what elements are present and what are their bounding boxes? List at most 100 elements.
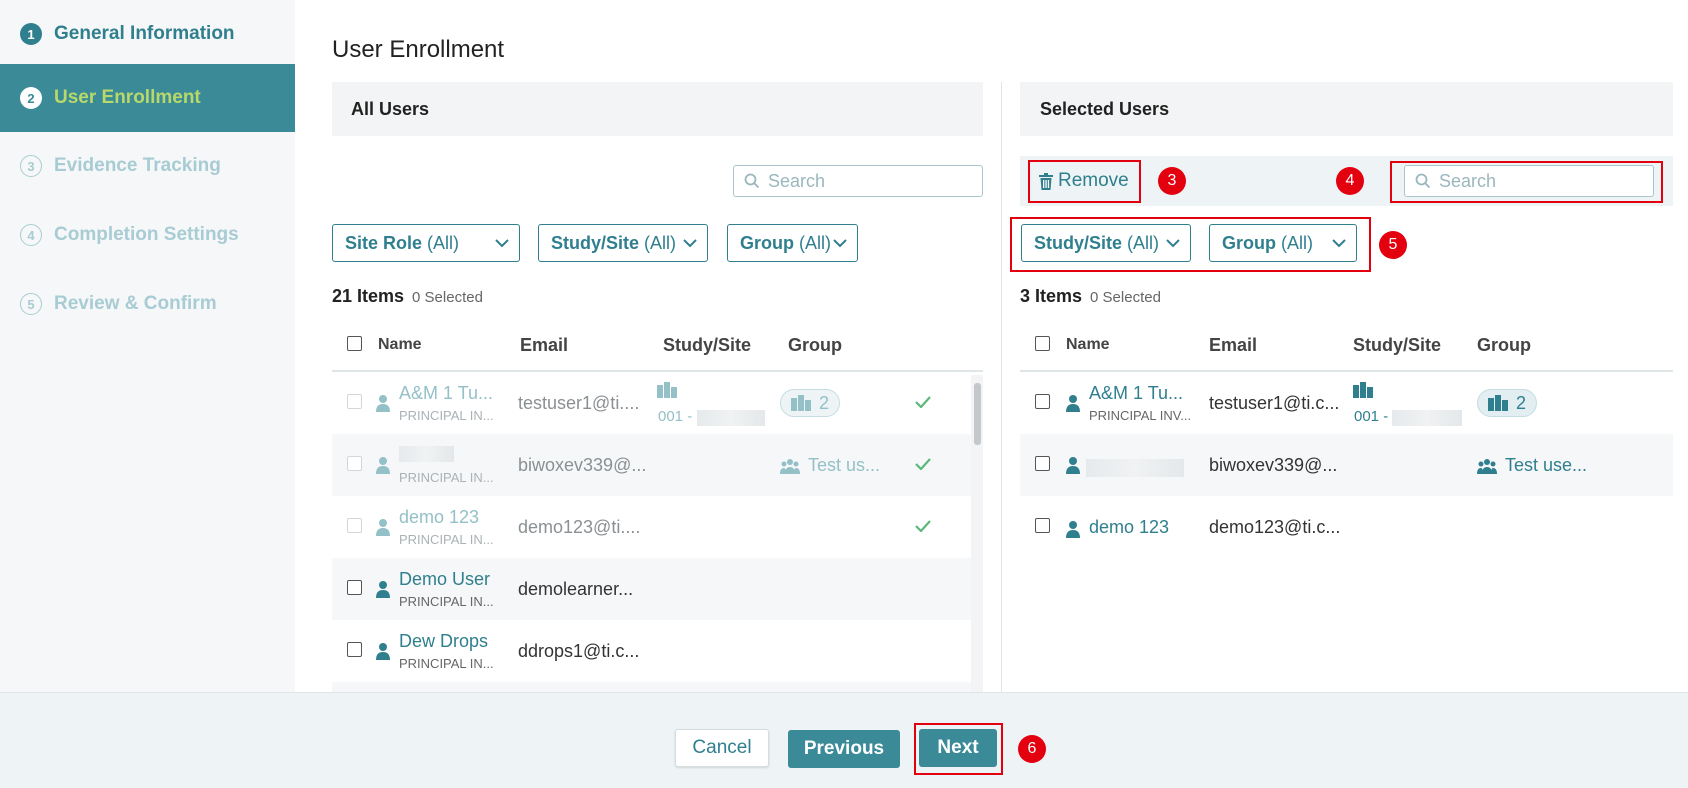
- group-filter[interactable]: Group (All): [727, 224, 858, 262]
- all-users-header: All Users: [332, 82, 983, 136]
- step-review-confirm[interactable]: 5 Review & Confirm: [0, 270, 295, 338]
- step-number: 2: [20, 87, 42, 109]
- person-icon: [376, 643, 390, 660]
- all-users-search-input[interactable]: [768, 170, 967, 192]
- redacted-site-name: [697, 410, 765, 426]
- table-row[interactable]: demo 123 PRINCIPAL IN... demo123@ti....: [332, 496, 971, 558]
- step-evidence-tracking[interactable]: 3 Evidence Tracking: [0, 132, 295, 200]
- user-email: testuser1@ti....: [518, 393, 640, 413]
- select-all-checkbox[interactable]: [1035, 336, 1050, 351]
- page-title: User Enrollment: [332, 36, 505, 63]
- person-icon: [1066, 521, 1080, 538]
- all-users-search[interactable]: [733, 165, 983, 197]
- previous-button[interactable]: Previous: [788, 730, 900, 768]
- table-row[interactable]: Demo User PRINCIPAL IN... demolearner...: [332, 558, 971, 620]
- step-label: Review & Confirm: [54, 293, 217, 314]
- row-checkbox[interactable]: [1035, 394, 1050, 409]
- filter-name: Site Role: [345, 232, 423, 253]
- step-label: Completion Settings: [54, 224, 239, 245]
- row-checkbox[interactable]: [347, 518, 362, 533]
- user-name[interactable]: A&M 1 Tu...: [1089, 383, 1183, 404]
- user-email: demo123@ti....: [518, 517, 641, 537]
- group-count-badge[interactable]: 2: [1477, 389, 1538, 417]
- all-users-count: 21 Items 0 Selected: [332, 286, 483, 307]
- cancel-button[interactable]: Cancel: [675, 729, 769, 767]
- check-icon: [915, 520, 931, 532]
- annotation-highlight-filters: [1010, 217, 1371, 272]
- column-header-group[interactable]: Group: [788, 335, 842, 356]
- user-role: PRINCIPAL IN...: [399, 470, 494, 485]
- items-count-text: 3 Items: [1020, 286, 1083, 306]
- group-name[interactable]: Test use...: [1477, 455, 1587, 476]
- user-name[interactable]: A&M 1 Tu...: [399, 383, 493, 404]
- filter-name: Group: [740, 232, 794, 253]
- all-users-scrollbar[interactable]: [971, 375, 983, 692]
- study-site-filter[interactable]: Study/Site (All): [538, 224, 708, 262]
- user-role: PRINCIPAL IN...: [399, 656, 494, 671]
- group-name[interactable]: Test us...: [780, 455, 880, 476]
- step-number: 1: [20, 23, 42, 45]
- column-header-email[interactable]: Email: [1209, 335, 1257, 356]
- user-name[interactable]: Demo User: [399, 569, 490, 590]
- column-header-study-site[interactable]: Study/Site: [663, 335, 751, 356]
- wizard-footer: Cancel Previous Next 6: [0, 692, 1688, 788]
- table-row[interactable]: biwoxev339@... Test use...: [1020, 434, 1673, 496]
- group-count: 2: [819, 392, 830, 413]
- column-header-group[interactable]: Group: [1477, 335, 1531, 356]
- redacted-site-name: [1392, 410, 1462, 426]
- row-checkbox[interactable]: [347, 580, 362, 595]
- row-checkbox[interactable]: [347, 456, 362, 471]
- chevron-down-icon: [833, 239, 847, 248]
- building-icon: [657, 382, 677, 398]
- table-row[interactable]: A&M 1 Tu... PRINCIPAL IN... testuser1@ti…: [332, 372, 971, 434]
- person-icon: [1066, 395, 1080, 412]
- step-user-enrollment[interactable]: 2 User Enrollment: [0, 64, 295, 132]
- row-checkbox[interactable]: [1035, 456, 1050, 471]
- step-label: Evidence Tracking: [54, 155, 221, 176]
- group-label: Test use...: [1505, 455, 1588, 475]
- step-number: 3: [20, 155, 42, 177]
- person-icon: [376, 395, 390, 412]
- table-row[interactable]: PRINCIPAL IN... biwoxev339@... Test us..…: [332, 434, 971, 496]
- user-role: PRINCIPAL IN...: [399, 594, 494, 609]
- person-icon: [376, 581, 390, 598]
- annotation-highlight-remove: [1028, 160, 1141, 203]
- column-header-name[interactable]: Name: [378, 336, 422, 354]
- table-row[interactable]: A&M 1 Tu... PRINCIPAL INV... testuser1@t…: [1020, 372, 1673, 434]
- row-checkbox[interactable]: [1035, 518, 1050, 533]
- step-general-information[interactable]: 1 General Information: [0, 0, 295, 68]
- select-all-checkbox[interactable]: [347, 336, 362, 351]
- site-role-filter[interactable]: Site Role (All): [332, 224, 520, 262]
- site-code: 001 -: [1354, 408, 1389, 425]
- check-icon: [915, 396, 931, 408]
- filter-name: Study/Site: [551, 232, 640, 253]
- scrollbar-thumb[interactable]: [974, 383, 981, 445]
- user-name[interactable]: demo 123: [399, 507, 479, 528]
- table-row[interactable]: demo 123 demo123@ti.c...: [1020, 496, 1673, 558]
- column-header-study-site[interactable]: Study/Site: [1353, 335, 1441, 356]
- group-label: Test us...: [808, 455, 881, 475]
- row-checkbox[interactable]: [347, 642, 362, 657]
- filter-value: (All): [644, 232, 677, 253]
- annotation-marker: 4: [1336, 167, 1364, 195]
- selected-count: 0 Selected: [1090, 289, 1161, 306]
- selected-count: 0 Selected: [412, 289, 483, 306]
- annotation-highlight-next: [914, 723, 1003, 775]
- building-icon: [1488, 395, 1508, 411]
- row-checkbox[interactable]: [347, 394, 362, 409]
- chevron-down-icon: [495, 239, 509, 248]
- table-row[interactable]: Dew Drops PRINCIPAL IN... ddrops1@ti.c..…: [332, 620, 971, 682]
- column-header-email[interactable]: Email: [520, 335, 568, 356]
- step-number: 4: [20, 224, 42, 246]
- group-count-badge[interactable]: 2: [780, 389, 841, 417]
- redacted-user-name: [1086, 459, 1184, 477]
- annotation-highlight-search: [1390, 161, 1663, 203]
- step-completion-settings[interactable]: 4 Completion Settings: [0, 201, 295, 269]
- user-name[interactable]: demo 123: [1089, 517, 1169, 538]
- filter-value: (All): [799, 232, 831, 253]
- column-header-name[interactable]: Name: [1066, 336, 1110, 354]
- person-icon: [1066, 457, 1080, 474]
- user-name[interactable]: Dew Drops: [399, 631, 488, 652]
- user-email: testuser1@ti.c...: [1209, 393, 1340, 413]
- check-icon: [915, 458, 931, 470]
